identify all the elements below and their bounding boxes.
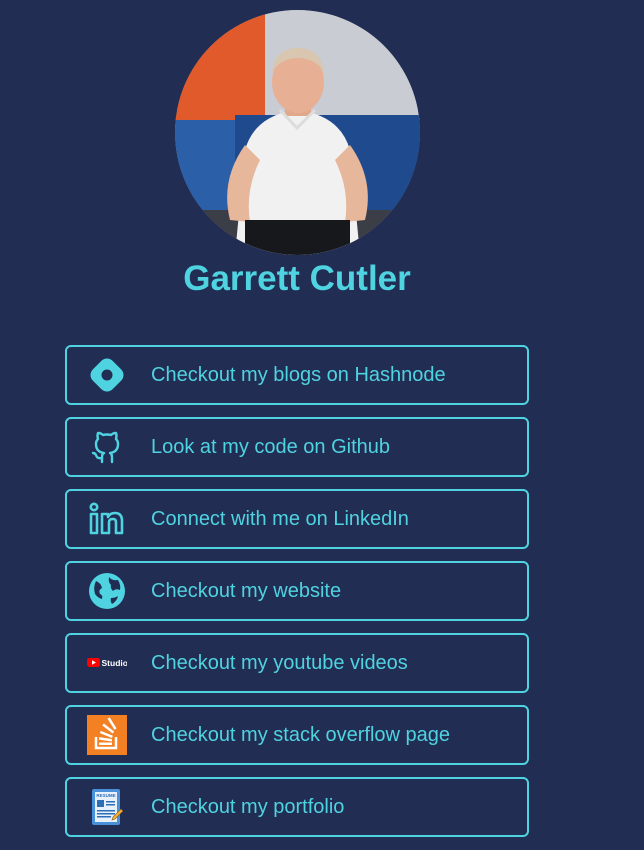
stack-overflow-link-button[interactable]: Checkout my stack overflow page	[65, 705, 529, 765]
hashnode-icon	[87, 355, 127, 395]
link-label: Checkout my blogs on Hashnode	[151, 363, 446, 386]
youtube-link-button[interactable]: Studio Checkout my youtube videos	[65, 633, 529, 693]
svg-text:Studio: Studio	[102, 658, 128, 668]
link-label: Connect with me on LinkedIn	[151, 507, 409, 530]
linkedin-link-button[interactable]: Connect with me on LinkedIn	[65, 489, 529, 549]
profile-name: Garrett Cutler	[183, 259, 411, 298]
globe-icon	[87, 571, 127, 611]
linkedin-icon	[87, 499, 127, 539]
website-link-button[interactable]: Checkout my website	[65, 561, 529, 621]
github-link-button[interactable]: Look at my code on Github	[65, 417, 529, 477]
resume-icon: RESUME	[87, 787, 127, 827]
profile-avatar	[175, 10, 420, 255]
hashnode-link-button[interactable]: Checkout my blogs on Hashnode	[65, 345, 529, 405]
link-list: Checkout my blogs on Hashnode Look at my…	[65, 345, 529, 849]
github-icon	[87, 427, 127, 467]
svg-text:RESUME: RESUME	[96, 793, 115, 798]
youtube-studio-icon: Studio	[87, 643, 127, 683]
portfolio-link-button[interactable]: RESUME Checkout my portfolio	[65, 777, 529, 837]
link-label: Checkout my website	[151, 579, 342, 602]
link-label: Checkout my youtube videos	[151, 651, 408, 674]
link-label: Checkout my stack overflow page	[151, 723, 451, 746]
link-label: Checkout my portfolio	[151, 795, 345, 818]
stack-overflow-icon	[87, 715, 127, 755]
link-label: Look at my code on Github	[151, 435, 391, 458]
